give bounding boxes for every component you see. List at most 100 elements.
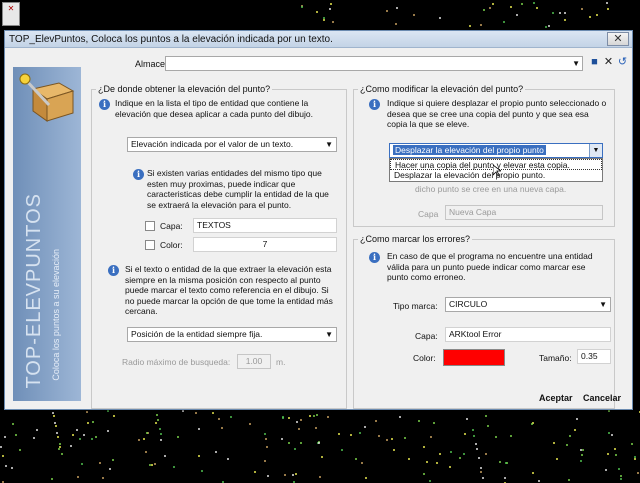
delete-icon[interactable]: ✕	[602, 56, 615, 70]
cad-point	[101, 477, 104, 480]
cad-point	[323, 16, 325, 19]
cad-point	[399, 416, 402, 419]
cad-point	[472, 434, 475, 437]
cad-point	[463, 452, 466, 455]
cad-point	[145, 451, 148, 454]
tamano-input[interactable]: 0.35	[577, 349, 611, 364]
cad-point	[510, 434, 513, 437]
cad-point	[328, 8, 331, 11]
cad-point	[579, 460, 582, 463]
cancel-button[interactable]: Cancelar	[583, 393, 621, 403]
cad-point	[81, 463, 84, 466]
new-layer-help: dicho punto se cree en una nueva capa.	[415, 184, 567, 194]
cad-point	[458, 456, 461, 459]
dialog-window: TOP_ElevPuntos, Coloca los puntos a la e…	[4, 30, 633, 410]
cad-point	[54, 421, 57, 424]
cad-point	[485, 452, 488, 455]
cad-point	[18, 449, 21, 452]
cad-point	[630, 442, 633, 445]
cad-point	[533, 2, 536, 5]
sidebar-title: TOP-ELEVPUNTOS	[23, 193, 45, 389]
cad-point	[563, 18, 566, 21]
cad-point	[450, 450, 453, 453]
position-combo[interactable]: Posición de la entidad siempre fija. ▼	[127, 327, 337, 342]
app-icon[interactable]: ✕	[2, 2, 20, 26]
radio-input[interactable]: 1.00	[237, 354, 271, 369]
cad-point	[106, 410, 109, 413]
cad-point	[516, 14, 519, 17]
error-color-swatch[interactable]	[443, 349, 505, 366]
chevron-down-icon: ▼	[599, 300, 607, 309]
cad-point	[581, 7, 584, 10]
cad-point	[552, 442, 555, 445]
chevron-down-icon[interactable]: ▼	[572, 59, 580, 68]
almacen-combo[interactable]: ▼	[165, 56, 583, 71]
capa-checkbox[interactable]	[145, 221, 155, 231]
accept-button[interactable]: Aceptar	[539, 393, 573, 403]
cad-point	[76, 428, 79, 431]
error-capa-label: Capa:	[415, 331, 438, 341]
cad-point	[158, 427, 161, 430]
cad-point	[531, 422, 534, 425]
chevron-down-icon[interactable]: ▼	[589, 144, 602, 157]
cad-point	[50, 477, 53, 480]
cad-point	[582, 448, 585, 451]
modify-mode-combo[interactable]: Desplazar la elevación del propio punto …	[389, 143, 603, 158]
cad-point	[173, 465, 176, 468]
cad-point	[359, 431, 362, 434]
save-icon[interactable]: ■	[588, 56, 601, 70]
cad-point	[589, 15, 592, 18]
cad-point	[469, 25, 472, 28]
cad-point	[465, 417, 468, 420]
cad-point	[227, 458, 230, 461]
cad-point	[217, 417, 220, 420]
cad-point	[350, 434, 353, 437]
cad-point	[483, 9, 486, 12]
cad-point	[317, 440, 320, 443]
cad-point	[326, 415, 329, 418]
cad-point	[281, 415, 284, 418]
cad-point	[90, 437, 93, 440]
cad-point	[284, 474, 287, 477]
entity-type-combo[interactable]: Elevación indicada por el valor de un te…	[127, 137, 337, 152]
color-input[interactable]: 7	[193, 237, 337, 252]
tipo-marca-combo[interactable]: CIRCULO ▼	[445, 297, 611, 312]
cad-point	[157, 418, 160, 421]
cad-point	[59, 446, 62, 449]
undo-icon[interactable]: ↺	[616, 56, 629, 70]
close-button[interactable]: ✕	[607, 32, 629, 46]
cad-point	[573, 429, 576, 432]
tipo-marca-label: Tipo marca:	[393, 301, 438, 311]
color-checkbox[interactable]	[145, 240, 155, 250]
capa-input[interactable]: TEXTOS	[193, 218, 337, 233]
cad-point	[319, 476, 322, 479]
cad-point	[531, 471, 534, 474]
cad-point	[596, 13, 599, 16]
error-capa-input[interactable]: ARKtool Error	[445, 327, 611, 342]
cad-point	[95, 436, 98, 439]
cad-point	[211, 412, 214, 414]
cad-point	[72, 433, 75, 436]
toolbox-logo-icon	[19, 73, 75, 122]
new-layer-input[interactable]: Nueva Capa	[445, 205, 603, 220]
cad-point	[33, 436, 36, 439]
info-icon: i	[108, 265, 119, 276]
cad-point	[220, 426, 223, 429]
cad-point	[413, 13, 416, 16]
tamano-label: Tamaño:	[539, 353, 572, 363]
cad-point	[85, 410, 88, 413]
info-icon: i	[369, 252, 380, 263]
cad-point	[297, 428, 300, 431]
cad-point	[407, 457, 410, 460]
cad-point	[176, 435, 179, 438]
cad-point	[248, 423, 251, 426]
cad-point	[377, 435, 380, 438]
errors-title: ¿Como marcar los errores?	[358, 234, 473, 244]
cad-point	[619, 477, 622, 480]
cad-point	[494, 435, 497, 438]
cad-point	[633, 458, 636, 461]
modify-elevation-title: ¿Como modificar la elevación del punto?	[358, 84, 526, 94]
cad-point	[537, 479, 540, 482]
cad-point	[565, 444, 568, 447]
tipo-marca-value: CIRCULO	[449, 299, 488, 309]
